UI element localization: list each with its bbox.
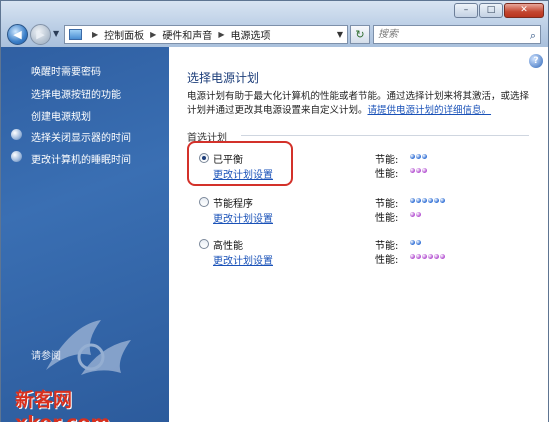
window-controls: – □ ✕ xyxy=(453,3,544,18)
rating-dot xyxy=(428,198,433,203)
search-placeholder: 搜索 xyxy=(378,29,398,40)
sidebar-link-wake-password[interactable]: 唤醒时需要密码 xyxy=(31,63,101,78)
section-divider xyxy=(241,135,529,136)
plan-name[interactable]: 高性能 xyxy=(213,237,243,252)
search-icon[interactable]: ⌕ xyxy=(530,27,536,44)
rating-dot xyxy=(428,254,433,259)
rating-dot xyxy=(416,212,421,217)
rating-dot xyxy=(416,154,421,159)
plan-details-link[interactable]: 请提供电源计划的详细信息。 xyxy=(368,105,492,116)
annotation-highlight xyxy=(187,141,293,186)
rating-dot xyxy=(410,212,415,217)
change-plan-settings-link[interactable]: 更改计划设置 xyxy=(213,210,273,225)
address-bar[interactable]: ▶ 控制面板 ▶ 硬件和声音 ▶ 电源选项 ▼ xyxy=(64,25,348,44)
close-button[interactable]: ✕ xyxy=(504,3,544,18)
back-arrow-icon[interactable]: ◀ xyxy=(7,24,28,45)
rating-dot xyxy=(422,168,427,173)
plan-radio-high-performance[interactable] xyxy=(199,239,209,249)
recent-pages-dropdown-icon[interactable]: ▼ xyxy=(53,29,59,38)
rating-dot xyxy=(440,254,445,259)
rating-dot xyxy=(434,254,439,259)
metric-label-performance: 性能: xyxy=(375,255,399,266)
rating-dot xyxy=(422,198,427,203)
page-title: 选择电源计划 xyxy=(187,71,260,85)
performance-rating xyxy=(410,168,428,173)
breadcrumb-separator-icon[interactable]: ▶ xyxy=(218,30,224,39)
sidebar-link-create-plan[interactable]: 创建电源规划 xyxy=(31,108,91,123)
rating-dot xyxy=(410,198,415,203)
forward-arrow-icon[interactable]: ▶ xyxy=(30,24,51,45)
metric-label-energy: 节能: xyxy=(375,241,399,252)
rating-dot xyxy=(416,198,421,203)
rating-dot xyxy=(434,198,439,203)
plan-power-saver: 节能程序 更改计划设置 节能: 性能: xyxy=(199,195,519,225)
control-panel-icon xyxy=(69,29,82,40)
page-description: 电源计划有助于最大化计算机的性能或者节能。通过选择计划来将其激活，或选择 计划并… xyxy=(187,90,537,118)
breadcrumb-power-options[interactable]: 电源选项 xyxy=(230,27,270,42)
description-line-2: 计划并通过更改其电源设置来自定义计划。请提供电源计划的详细信息。 xyxy=(187,104,537,118)
plan-high-performance: 高性能 更改计划设置 节能: 性能: xyxy=(199,237,519,267)
energy-rating xyxy=(410,154,428,159)
rating-dot xyxy=(410,254,415,259)
performance-rating xyxy=(410,212,422,217)
metric-label-energy: 节能: xyxy=(375,199,399,210)
metric-label-energy: 节能: xyxy=(375,155,399,166)
metric-label-performance: 性能: xyxy=(375,213,399,224)
rating-dot xyxy=(416,168,421,173)
moon-icon xyxy=(11,151,22,162)
refresh-icon[interactable]: ↻ xyxy=(350,25,370,44)
rating-dot xyxy=(422,154,427,159)
description-text: 计划并通过更改其电源设置来自定义计划。 xyxy=(187,105,368,116)
metric-label-performance: 性能: xyxy=(375,169,399,180)
breadcrumb-separator-icon[interactable]: ▶ xyxy=(92,30,98,39)
maximize-button[interactable]: □ xyxy=(479,3,503,18)
rating-dot xyxy=(410,168,415,173)
rating-dot xyxy=(410,154,415,159)
plan-name[interactable]: 节能程序 xyxy=(213,195,253,210)
minimize-button[interactable]: – xyxy=(454,3,478,18)
site-watermark: 新客网 xker.com xyxy=(15,389,110,422)
rating-dot xyxy=(422,254,427,259)
description-line-1: 电源计划有助于最大化计算机的性能或者节能。通过选择计划来将其激活，或选择 xyxy=(187,91,530,102)
plan-radio-power-saver[interactable] xyxy=(199,197,209,207)
performance-rating xyxy=(410,254,446,259)
sidebar-link-power-buttons[interactable]: 选择电源按钮的功能 xyxy=(31,86,121,101)
help-icon[interactable]: ? xyxy=(529,54,543,68)
see-also-label: 请参阅 xyxy=(31,351,61,362)
rating-dot xyxy=(416,254,421,259)
sidebar-link-display-off[interactable]: 选择关闭显示器的时间 xyxy=(31,129,131,144)
sidebar-link-sleep-time[interactable]: 更改计算机的睡眠时间 xyxy=(31,151,131,166)
energy-rating xyxy=(410,240,422,245)
rating-dot xyxy=(416,240,421,245)
main-content: ? 选择电源计划 电源计划有助于最大化计算机的性能或者节能。通过选择计划来将其激… xyxy=(169,47,548,422)
breadcrumb-separator-icon[interactable]: ▶ xyxy=(150,30,156,39)
address-dropdown-icon[interactable]: ▼ xyxy=(337,30,343,39)
rating-dot xyxy=(410,240,415,245)
task-sidebar: 唤醒时需要密码 选择电源按钮的功能 创建电源规划 选择关闭显示器的时间 更改计算… xyxy=(1,47,169,422)
breadcrumb-control-panel[interactable]: 控制面板 xyxy=(104,27,144,42)
breadcrumb-hardware-sound[interactable]: 硬件和声音 xyxy=(162,27,212,42)
search-input[interactable]: 搜索 ⌕ xyxy=(373,25,541,44)
energy-rating xyxy=(410,198,446,203)
change-plan-settings-link[interactable]: 更改计划设置 xyxy=(213,252,273,267)
monitor-icon xyxy=(11,129,22,140)
title-and-address-bar: – □ ✕ ◀ ▶ ▼ ▶ 控制面板 ▶ 硬件和声音 ▶ 电源选项 ▼ ↻ 搜索… xyxy=(1,1,548,47)
rating-dot xyxy=(440,198,445,203)
control-panel-window: – □ ✕ ◀ ▶ ▼ ▶ 控制面板 ▶ 硬件和声音 ▶ 电源选项 ▼ ↻ 搜索… xyxy=(0,0,549,422)
